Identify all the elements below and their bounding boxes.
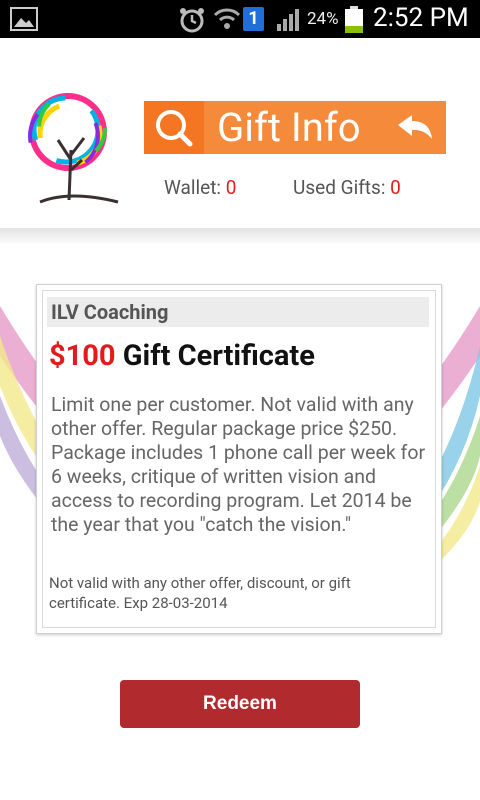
battery-icon xyxy=(344,6,364,38)
redeem-button[interactable]: Redeem xyxy=(120,680,360,728)
merchant-name: ILV Coaching xyxy=(47,297,429,327)
wallet-count: Wallet: 0 xyxy=(164,176,236,199)
title-bar: Gift Info xyxy=(144,101,446,154)
fine-print: Not valid with any other offer, discount… xyxy=(49,574,351,612)
certificate-title: $100 Gift Certificate xyxy=(49,339,315,373)
gift-card: ILV Coaching $100 Gift Certificate Limit… xyxy=(36,284,442,634)
search-icon xyxy=(156,110,193,147)
wallet-value: 0 xyxy=(225,176,237,199)
signal-icon xyxy=(276,6,304,36)
wifi-icon xyxy=(212,5,242,37)
back-button[interactable] xyxy=(396,113,434,147)
certificate-amount: $100 xyxy=(49,339,116,373)
search-button[interactable] xyxy=(144,101,204,154)
wallet-label: Wallet: xyxy=(164,176,222,199)
certificate-description: Limit one per customer. Not valid with a… xyxy=(51,393,426,536)
clock: 2:52 PM xyxy=(373,3,469,33)
used-gifts-value: 0 xyxy=(390,176,401,199)
gallery-icon xyxy=(10,7,38,35)
header: Gift Info Wallet: 0 Used Gifts: 0 xyxy=(0,38,480,230)
header-shadow xyxy=(0,228,480,246)
page-title: Gift Info xyxy=(217,104,361,151)
back-arrow-icon xyxy=(398,115,432,139)
battery-percent: 24% xyxy=(307,9,339,29)
status-bar: 1 24% 2:52 PM xyxy=(0,0,480,38)
notification-badge: 1 xyxy=(243,7,264,31)
tree-logo xyxy=(20,90,120,214)
used-gifts-count: Used Gifts: 0 xyxy=(293,176,401,199)
alarm-icon xyxy=(178,6,206,38)
certificate-label: Gift Certificate xyxy=(122,339,315,373)
used-gifts-label: Used Gifts: xyxy=(293,176,386,199)
